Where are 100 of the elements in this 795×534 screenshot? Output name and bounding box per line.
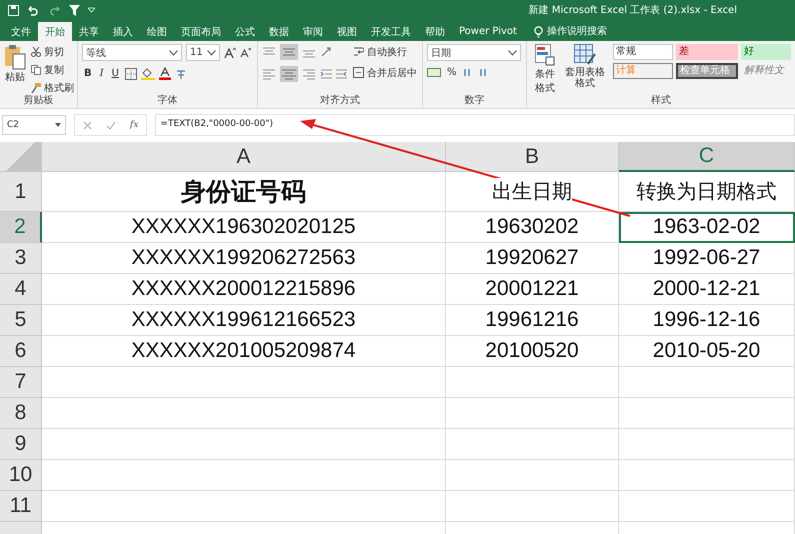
scissors-icon bbox=[31, 46, 41, 56]
merge-icon bbox=[353, 67, 364, 78]
table-cell: 19961216 bbox=[446, 305, 619, 336]
grow-font-icon[interactable] bbox=[224, 46, 236, 58]
name-box[interactable]: C2 bbox=[2, 115, 66, 135]
row-header[interactable]: 4 bbox=[0, 274, 42, 305]
ribbon-tab[interactable]: 公式 bbox=[228, 22, 262, 41]
group-label: 样式 bbox=[650, 95, 672, 107]
cell-style-swatch[interactable]: 解释性文 bbox=[741, 63, 791, 79]
table-cell: 19630202 bbox=[446, 212, 619, 243]
table-cell: 2010-05-20 bbox=[619, 336, 795, 367]
table-cell: 19920627 bbox=[446, 243, 619, 274]
group-label: 字体 bbox=[156, 95, 178, 107]
format-as-table-button[interactable]: 套用表格格式 bbox=[564, 44, 606, 95]
cell-style-swatch[interactable]: 好 bbox=[741, 44, 791, 60]
conditional-formatting-button[interactable]: 条件格式 bbox=[531, 44, 559, 95]
cancel-icon[interactable] bbox=[83, 120, 92, 130]
table-cell: 转换为日期格式 bbox=[619, 172, 795, 212]
table-cell: XXXXXX199612166523 bbox=[42, 305, 446, 336]
row-header[interactable]: 6 bbox=[0, 336, 42, 367]
copy-button[interactable]: 复制 bbox=[31, 62, 74, 77]
paste-button[interactable]: 粘贴 bbox=[4, 44, 26, 95]
insert-function-button[interactable]: fx bbox=[130, 120, 138, 130]
ribbon-tab[interactable]: 帮助 bbox=[418, 22, 452, 41]
table-cell: 1963-02-02 bbox=[619, 212, 795, 243]
align-left-icon[interactable] bbox=[262, 68, 276, 80]
table-cell: 20100520 bbox=[446, 336, 619, 367]
table-cell: 出生日期 bbox=[446, 172, 619, 212]
row-header[interactable]: 10 bbox=[0, 460, 42, 491]
row-header[interactable]: 5 bbox=[0, 305, 42, 336]
group-label: 剪贴板 bbox=[22, 95, 54, 107]
row-header[interactable]: 9 bbox=[0, 429, 42, 460]
tell-me-field[interactable]: 操作说明搜索 bbox=[546, 26, 627, 37]
row-header[interactable]: 2 bbox=[0, 212, 42, 243]
ribbon-tab[interactable]: 开始 bbox=[38, 22, 72, 41]
font-name-dropdown[interactable]: 等线 bbox=[82, 44, 182, 61]
group-label: 对齐方式 bbox=[319, 95, 361, 107]
ribbon-tab[interactable]: 开发工具 bbox=[364, 22, 418, 41]
font-size-dropdown[interactable]: 11 bbox=[186, 44, 220, 61]
chevron-icon bbox=[207, 50, 216, 56]
wrap-text-button[interactable]: 自动换行 bbox=[353, 44, 417, 59]
customize-icon[interactable] bbox=[88, 7, 95, 13]
phonetic-icon[interactable] bbox=[174, 68, 187, 80]
row-header[interactable]: 8 bbox=[0, 398, 42, 429]
number-format-dropdown[interactable]: 日期 bbox=[427, 44, 521, 61]
row-header[interactable]: 1 bbox=[0, 172, 42, 212]
formula-field[interactable]: =TEXT(B2,"0000-00-00") bbox=[155, 114, 795, 136]
table-cell: XXXXXX196302020125 bbox=[42, 212, 446, 243]
ribbon-tab[interactable]: 绘图 bbox=[140, 22, 174, 41]
wrap-icon bbox=[353, 46, 364, 57]
borders-icon[interactable] bbox=[124, 68, 137, 80]
table-cell: XXXXXX201005209874 bbox=[42, 336, 446, 367]
format-painter-button[interactable]: 格式刷 bbox=[31, 80, 74, 95]
table-cell: XXXXXX200012215896 bbox=[42, 274, 446, 305]
ribbon-tab[interactable]: 文件 bbox=[4, 22, 38, 41]
window-title: 新建 Microsoft Excel 工作表 (2).xlsx - Excel bbox=[528, 4, 737, 17]
row-header[interactable]: 11 bbox=[0, 491, 42, 522]
align-right-icon[interactable] bbox=[302, 68, 316, 80]
font-color-icon[interactable] bbox=[158, 67, 171, 80]
fill-color-icon[interactable] bbox=[140, 67, 155, 80]
row-header[interactable]: 7 bbox=[0, 367, 42, 398]
cell-style-swatch[interactable]: 常规 bbox=[613, 44, 673, 60]
shrink-font-icon[interactable] bbox=[240, 47, 251, 58]
ribbon-tab[interactable]: 数据 bbox=[262, 22, 296, 41]
redo-icon[interactable] bbox=[49, 4, 61, 16]
table-chart-icon bbox=[535, 44, 555, 66]
table-icon bbox=[574, 44, 596, 66]
table-cell: 身份证号码 bbox=[42, 172, 446, 212]
caret-icon bbox=[55, 123, 61, 127]
column-header[interactable]: A bbox=[42, 142, 446, 172]
indent-icon[interactable] bbox=[320, 68, 348, 80]
table-cell: 1996-12-16 bbox=[619, 305, 795, 336]
align-middle-icon[interactable] bbox=[280, 44, 298, 60]
ribbon-tab[interactable]: 视图 bbox=[330, 22, 364, 41]
ribbon-tab[interactable]: 审阅 bbox=[296, 22, 330, 41]
column-header[interactable]: B bbox=[446, 142, 619, 172]
merge-center-button[interactable]: 合并后居中 bbox=[353, 65, 417, 80]
column-header[interactable]: C bbox=[619, 142, 795, 172]
table-cell: 2000-12-21 bbox=[619, 274, 795, 305]
clipboard-icon bbox=[4, 44, 26, 70]
check-icon[interactable] bbox=[106, 120, 116, 130]
percent-button[interactable]: % bbox=[445, 67, 459, 78]
bold-button[interactable]: B bbox=[82, 68, 94, 79]
save-icon[interactable] bbox=[8, 4, 19, 16]
brush-icon bbox=[31, 82, 41, 92]
underline-button[interactable]: U bbox=[110, 68, 121, 79]
cut-button[interactable]: 剪切 bbox=[31, 44, 74, 59]
ribbon-tab[interactable]: 页面布局 bbox=[174, 22, 228, 41]
filter-icon[interactable] bbox=[69, 4, 80, 16]
ribbon-tab[interactable]: Power Pivot bbox=[452, 22, 524, 41]
row-header[interactable]: 3 bbox=[0, 243, 42, 274]
align-center-icon[interactable] bbox=[280, 66, 298, 82]
lightbulb-icon bbox=[534, 26, 543, 38]
chevron-icon bbox=[508, 50, 517, 56]
italic-button[interactable]: I bbox=[98, 68, 106, 79]
ribbon-tab[interactable]: 共享 bbox=[72, 22, 106, 41]
ribbon-tab[interactable]: 插入 bbox=[106, 22, 140, 41]
cell-style-swatch[interactable]: 差 bbox=[676, 44, 738, 60]
copy-icon bbox=[31, 64, 41, 74]
table-cell: 20001221 bbox=[446, 274, 619, 305]
